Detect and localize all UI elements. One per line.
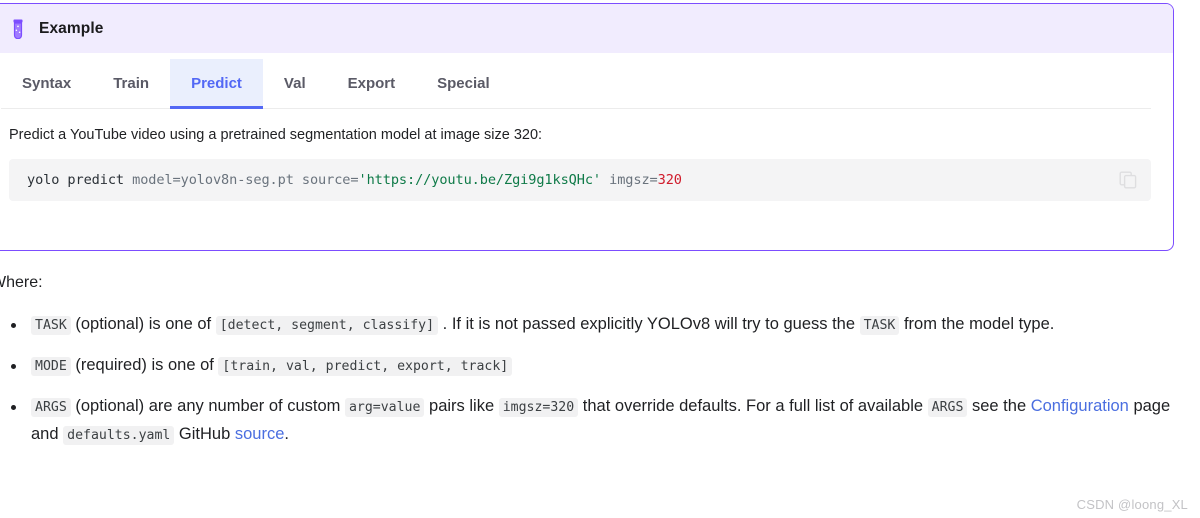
inline-code-imgsz: imgsz=320 — [498, 398, 579, 417]
tab-predict[interactable]: Predict — [170, 59, 263, 109]
code-block: yolo predict model=yolov8n-seg.pt source… — [9, 159, 1151, 201]
code-token-source-key: source= — [301, 172, 359, 188]
csdn-watermark: CSDN @loong_XL — [1076, 497, 1188, 512]
inline-code-mode-values: [train, val, predict, export, track] — [218, 357, 513, 376]
tab-bar: Syntax Train Predict Val Export Special — [0, 53, 1173, 109]
args-text-1: (optional) are any number of custom — [70, 397, 345, 415]
where-heading: Where: — [0, 274, 43, 291]
list-item-mode: MODE (required) is one of [train, val, p… — [0, 352, 1191, 380]
args-text-2: pairs like — [424, 397, 499, 415]
tab-val[interactable]: Val — [263, 59, 327, 109]
args-text-7: . — [284, 425, 289, 443]
code-token-command: yolo predict — [27, 172, 133, 188]
task-text-2: . If it is not passed explicitly YOLOv8 … — [438, 315, 860, 333]
tab-panel-predict: Predict a YouTube video using a pretrain… — [0, 109, 1173, 201]
configuration-link[interactable]: Configuration — [1031, 397, 1129, 415]
test-tube-icon — [13, 19, 23, 39]
code-token-imgsz-key: imgsz= — [609, 172, 658, 188]
inline-code-task-2: TASK — [859, 316, 900, 335]
inline-code-task-values: [detect, segment, classify] — [215, 316, 439, 335]
list-item-args: ARGS (optional) are any number of custom… — [0, 393, 1191, 449]
tab-export[interactable]: Export — [327, 59, 417, 109]
inline-code-defaults-yaml: defaults.yaml — [63, 426, 175, 445]
panel-description: Predict a YouTube video using a pretrain… — [9, 127, 543, 143]
where-section: Where: TASK (optional) is one of [detect… — [0, 272, 1191, 462]
admonition-title: Example — [39, 19, 104, 37]
example-admonition-box: Example Syntax Train Predict Val Export … — [0, 3, 1174, 251]
tab-syntax[interactable]: Syntax — [1, 59, 92, 109]
copy-icon[interactable] — [1119, 171, 1137, 189]
code-line: yolo predict model=yolov8n-seg.pt source… — [27, 172, 682, 188]
where-bullet-list: TASK (optional) is one of [detect, segme… — [0, 311, 1191, 449]
code-token-source-value: 'https://youtu.be/Zgi9g1ksQHc' — [358, 172, 602, 188]
source-link[interactable]: source — [235, 425, 285, 443]
task-text-1: (optional) is one of — [70, 315, 216, 333]
args-text-4: see the — [967, 397, 1031, 415]
mode-text-1: (required) is one of — [70, 356, 219, 374]
code-token-imgsz-value: 320 — [657, 172, 682, 188]
inline-code-args-2: ARGS — [927, 398, 968, 417]
inline-code-mode: MODE — [31, 357, 71, 376]
inline-code-arg-value: arg=value — [344, 398, 425, 417]
tab-train[interactable]: Train — [92, 59, 170, 109]
args-text-3: that override defaults. For a full list … — [578, 397, 928, 415]
list-item-task: TASK (optional) is one of [detect, segme… — [0, 311, 1191, 339]
task-text-3: from the model type. — [899, 315, 1055, 333]
inline-code-task: TASK — [31, 316, 71, 335]
tab-special[interactable]: Special — [416, 59, 511, 109]
code-token-model-arg: model=yolov8n-seg.pt — [132, 172, 302, 188]
args-text-6: GitHub — [174, 425, 235, 443]
admonition-header: Example — [0, 4, 1173, 53]
inline-code-args: ARGS — [31, 398, 71, 417]
